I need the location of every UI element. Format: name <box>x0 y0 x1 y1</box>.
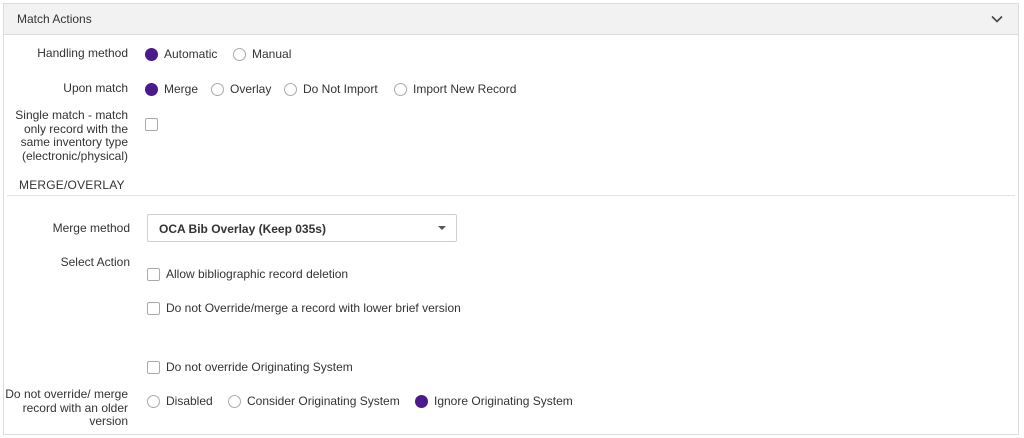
radio-label: Overlay <box>230 82 272 96</box>
radio-disabled[interactable]: Disabled <box>147 393 213 409</box>
radio-import-new-record[interactable]: Import New Record <box>394 81 516 97</box>
radio-label: Automatic <box>164 47 218 61</box>
allow-deletion-option[interactable]: Allow bibliographic record deletion <box>147 266 348 282</box>
radio-automatic[interactable]: Automatic <box>145 46 217 62</box>
upon-match-label: Upon match <box>63 81 128 95</box>
radio-button[interactable] <box>284 82 297 96</box>
checkbox[interactable] <box>147 267 160 281</box>
single-match-label: Single match - match only record with th… <box>15 108 128 163</box>
radio-ignore-originating-system[interactable]: Ignore Originating System <box>415 393 573 409</box>
merge-method-label: Merge method <box>52 221 130 235</box>
radio-button[interactable] <box>394 82 407 96</box>
radio-label: Ignore Originating System <box>434 394 573 408</box>
merge-method-value: OCA Bib Overlay (Keep 035s) <box>159 222 326 236</box>
checkbox-label: Do not Override/merge a record with lowe… <box>166 301 461 315</box>
radio-button[interactable] <box>145 82 158 96</box>
lower-brief-version-option[interactable]: Do not Override/merge a record with lowe… <box>147 300 461 316</box>
radio-button[interactable] <box>228 394 241 408</box>
radio-do-not-import[interactable]: Do Not Import <box>284 81 378 97</box>
merge-overlay-heading: MERGE/OVERLAY <box>19 178 125 192</box>
radio-button[interactable] <box>145 47 158 61</box>
radio-overlay[interactable]: Overlay <box>211 81 271 97</box>
radio-label: Merge <box>164 82 199 96</box>
handling-method-label: Handling method <box>37 46 128 60</box>
select-action-label: Select Action <box>60 255 130 269</box>
panel-title: Match Actions <box>17 12 92 26</box>
checkbox[interactable] <box>147 360 160 374</box>
originating-system-option[interactable]: Do not override Originating System <box>147 359 353 375</box>
checkbox[interactable] <box>147 301 160 315</box>
chevron-down-icon[interactable] <box>990 12 1004 26</box>
radio-button[interactable] <box>233 47 246 61</box>
radio-button[interactable] <box>415 394 428 408</box>
radio-button[interactable] <box>147 394 160 408</box>
single-match-checkbox[interactable] <box>145 116 158 132</box>
checkbox-label: Allow bibliographic record deletion <box>166 267 349 281</box>
radio-label: Consider Originating System <box>247 394 400 408</box>
match-actions-panel: Match Actions Handling method Automatic … <box>3 3 1019 435</box>
radio-manual[interactable]: Manual <box>233 46 291 62</box>
radio-label: Do Not Import <box>303 82 378 96</box>
merge-method-select[interactable]: OCA Bib Overlay (Keep 035s) <box>147 214 457 242</box>
section-divider <box>7 195 1015 196</box>
panel-header[interactable]: Match Actions <box>4 4 1018 35</box>
older-version-label: Do not override/ merge record with an ol… <box>5 387 128 428</box>
radio-merge[interactable]: Merge <box>145 81 198 97</box>
radio-label: Manual <box>252 47 292 61</box>
radio-button[interactable] <box>211 82 224 96</box>
checkbox-label: Do not override Originating System <box>166 360 353 374</box>
radio-consider-originating-system[interactable]: Consider Originating System <box>228 393 400 409</box>
radio-label: Disabled <box>166 394 213 408</box>
radio-label: Import New Record <box>413 82 517 96</box>
caret-down-icon[interactable] <box>438 226 446 230</box>
checkbox[interactable] <box>145 117 158 131</box>
